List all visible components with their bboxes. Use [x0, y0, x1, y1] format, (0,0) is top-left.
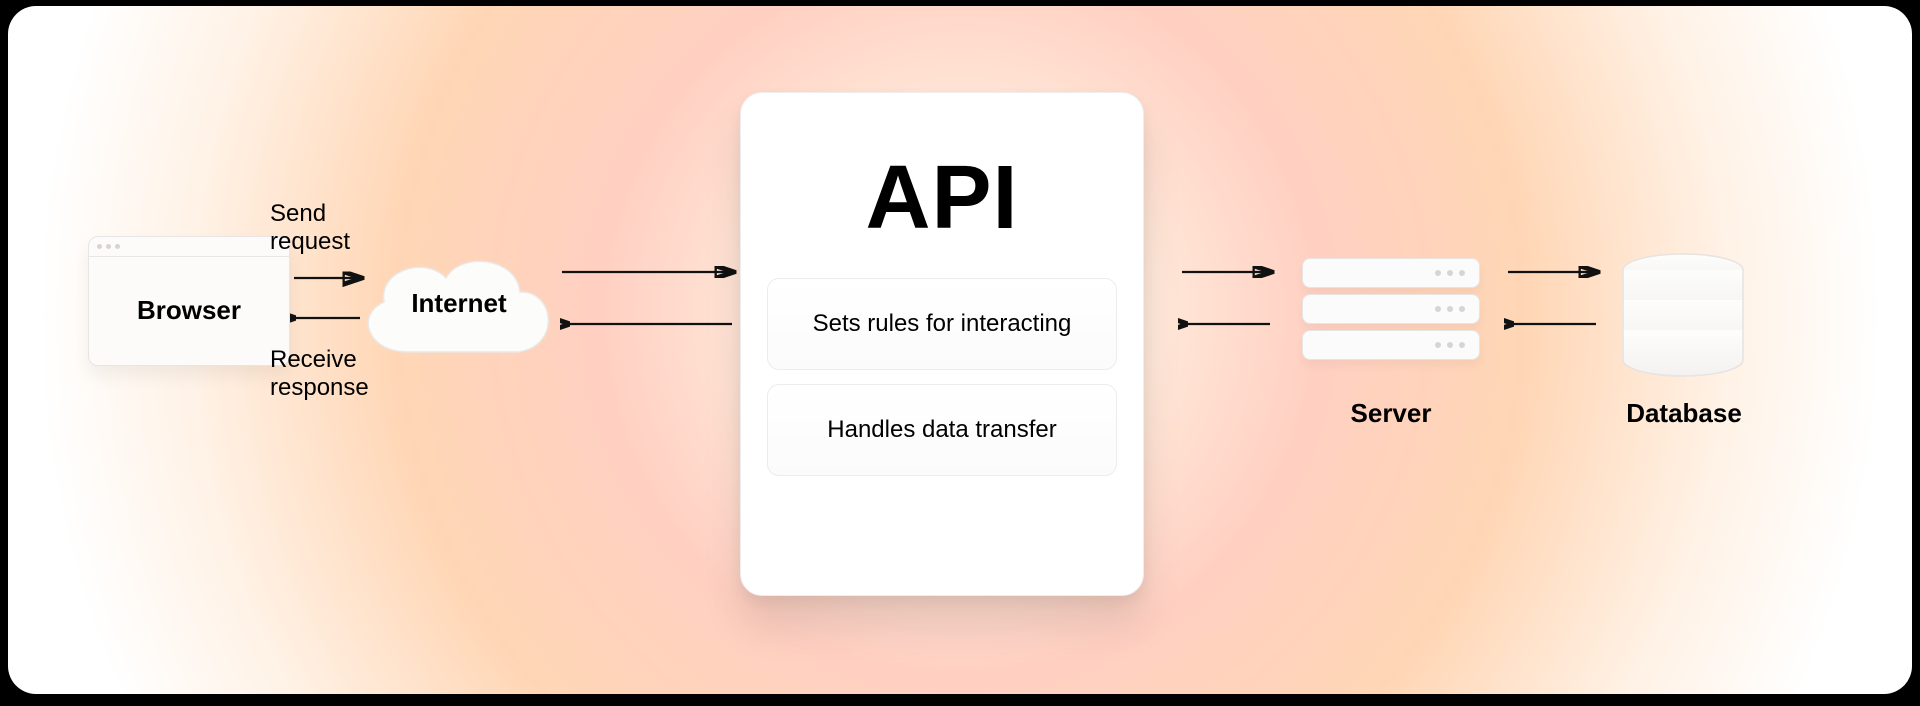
api-node: API Sets rules for interacting Handles d… [740, 92, 1144, 596]
api-rules-box: Sets rules for interacting [767, 278, 1117, 370]
server-label: Server [1302, 398, 1480, 429]
database-icon [1614, 252, 1752, 378]
internet-label: Internet [364, 288, 554, 319]
api-transfer-box: Handles data transfer [767, 384, 1117, 476]
browser-label: Browser [89, 295, 289, 326]
database-label: Database [1582, 398, 1786, 429]
browser-window-icon [89, 237, 289, 257]
api-flow-diagram: Browser Internet Send request Receive re… [8, 6, 1912, 694]
server-to-database-arrow [1504, 266, 1604, 278]
internet-to-api-arrow [560, 266, 740, 278]
server-rack-icon [1302, 294, 1480, 324]
api-to-internet-arrow [560, 318, 740, 330]
browser-node: Browser [88, 236, 290, 366]
database-to-server-arrow [1504, 318, 1604, 330]
server-rack-icon [1302, 258, 1480, 288]
server-node [1302, 258, 1480, 360]
server-to-api-arrow [1178, 318, 1278, 330]
receive-response-label: Receive response [270, 346, 410, 401]
send-request-label: Send request [270, 200, 390, 255]
api-title: API [767, 147, 1117, 250]
api-to-server-arrow [1178, 266, 1278, 278]
server-rack-icon [1302, 330, 1480, 360]
